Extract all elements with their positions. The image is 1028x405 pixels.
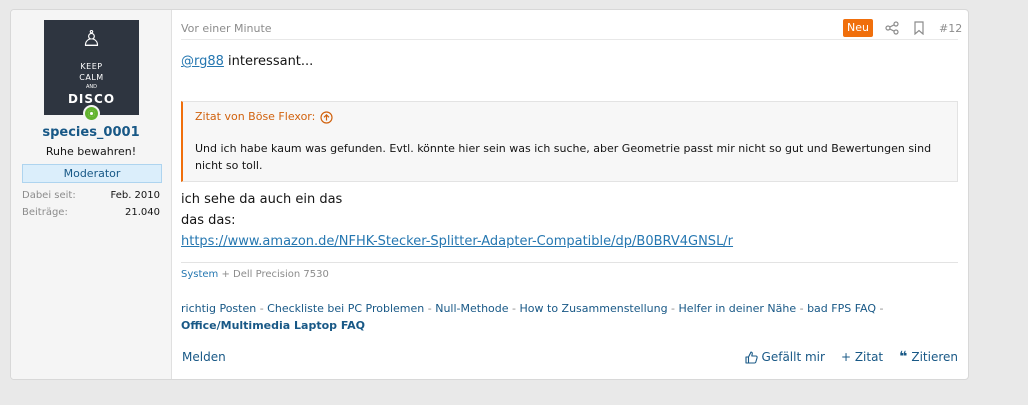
amazon-link[interactable]: https://www.amazon.de/NFHK-Stecker-Split… bbox=[181, 234, 733, 249]
report-button[interactable]: Melden bbox=[182, 347, 226, 367]
reply-quote-label: Zitieren bbox=[911, 350, 958, 364]
quote-header[interactable]: Zitat von Böse Flexor: bbox=[195, 110, 333, 124]
sig-link-helfer[interactable]: Helfer in deiner Nähe bbox=[679, 302, 797, 315]
sig-separator: - bbox=[508, 302, 520, 315]
user-title: Ruhe bewahren! bbox=[45, 145, 137, 158]
stat-posts-value: 21.040 bbox=[125, 207, 160, 218]
role-badge: Moderator bbox=[22, 164, 162, 183]
like-label: Gefällt mir bbox=[761, 350, 825, 364]
quote-body: Und ich habe kaum was gefunden. Evtl. kö… bbox=[195, 142, 932, 172]
user-mention-link[interactable]: @rg88 bbox=[181, 54, 224, 69]
avatar[interactable]: ♙ KEEP CALM AND DISCO bbox=[44, 20, 139, 115]
quote-marks-icon: ❝ bbox=[899, 349, 908, 365]
message-text-1: interessant... bbox=[223, 54, 314, 69]
multi-quote-button[interactable]: + Zitat bbox=[841, 347, 883, 367]
sig-separator: - bbox=[256, 302, 268, 315]
like-button[interactable]: Gefällt mir bbox=[744, 347, 825, 367]
post-main: Vor einer Minute Neu #12 @rg88 interessa… bbox=[181, 10, 962, 379]
stat-joined-value: Feb. 2010 bbox=[110, 190, 160, 201]
post-header: Vor einer Minute Neu #12 bbox=[181, 19, 962, 40]
sig-separator: - bbox=[424, 302, 436, 315]
sig-link-null-methode[interactable]: Null-Methode bbox=[435, 302, 508, 315]
stat-joined-label: Dabei seit: bbox=[22, 190, 76, 201]
sig-link-how-to[interactable]: How to Zusammenstellung bbox=[520, 302, 668, 315]
avatar-text-keep: KEEP bbox=[80, 62, 103, 71]
message-line-4: https://www.amazon.de/NFHK-Stecker-Split… bbox=[181, 232, 958, 252]
arrow-up-circle-icon[interactable] bbox=[320, 110, 333, 124]
multi-quote-label: + Zitat bbox=[840, 350, 884, 364]
message-line-1: @rg88 interessant... bbox=[181, 52, 958, 72]
sig-link-bad-fps[interactable]: bad FPS FAQ bbox=[807, 302, 876, 315]
quote-block: Zitat von Böse Flexor: Und ich habe kaum… bbox=[181, 101, 958, 182]
sig-separator: - bbox=[796, 302, 808, 315]
system-info: System + Dell Precision 7530 bbox=[181, 268, 329, 282]
message-line-2: ich sehe da auch ein das bbox=[181, 192, 343, 207]
disco-ball-icon: ♙ bbox=[81, 27, 102, 52]
reply-quote-button[interactable]: ❝ Zitieren bbox=[899, 347, 958, 367]
signature-links: richtig Posten - Checkliste bei PC Probl… bbox=[181, 300, 961, 334]
online-status-icon bbox=[83, 105, 100, 122]
quote-author[interactable]: Zitat von Böse Flexor: bbox=[195, 110, 315, 124]
avatar-text-and: AND bbox=[85, 84, 97, 90]
post-number[interactable]: #12 bbox=[939, 21, 962, 37]
post-footer: Melden Gefällt mir + Zitat ❝ Zitieren bbox=[181, 347, 958, 367]
sig-link-richtig-posten[interactable]: richtig Posten bbox=[181, 302, 256, 315]
post-actions: Gefällt mir + Zitat ❝ Zitieren bbox=[744, 347, 958, 367]
message-line-3: das das: bbox=[181, 213, 236, 228]
forum-post: ♙ KEEP CALM AND DISCO species_0001 Ruhe … bbox=[10, 9, 969, 380]
bookmark-icon[interactable] bbox=[913, 21, 925, 35]
sig-separator: - bbox=[667, 302, 679, 315]
sig-link-laptop-faq[interactable]: Office/Multimedia Laptop FAQ bbox=[181, 319, 365, 332]
sig-link-checkliste[interactable]: Checkliste bei PC Problemen bbox=[267, 302, 424, 315]
signature-divider bbox=[181, 262, 958, 263]
thumbs-up-icon bbox=[744, 350, 758, 364]
system-value: + Dell Precision 7530 bbox=[221, 269, 329, 280]
stat-posts-label: Beiträge: bbox=[22, 207, 68, 218]
user-sidebar: ♙ KEEP CALM AND DISCO species_0001 Ruhe … bbox=[11, 10, 172, 379]
system-label[interactable]: System bbox=[181, 269, 218, 280]
share-icon[interactable] bbox=[885, 21, 899, 35]
username[interactable]: species_0001 bbox=[11, 124, 171, 142]
avatar-text-calm: CALM bbox=[79, 73, 104, 82]
stat-joined: Dabei seit: Feb. 2010 bbox=[22, 189, 160, 203]
new-badge: Neu bbox=[843, 19, 873, 37]
post-date[interactable]: Vor einer Minute bbox=[181, 21, 272, 37]
stat-posts: Beiträge: 21.040 bbox=[22, 206, 160, 220]
sig-separator: - bbox=[876, 302, 884, 315]
